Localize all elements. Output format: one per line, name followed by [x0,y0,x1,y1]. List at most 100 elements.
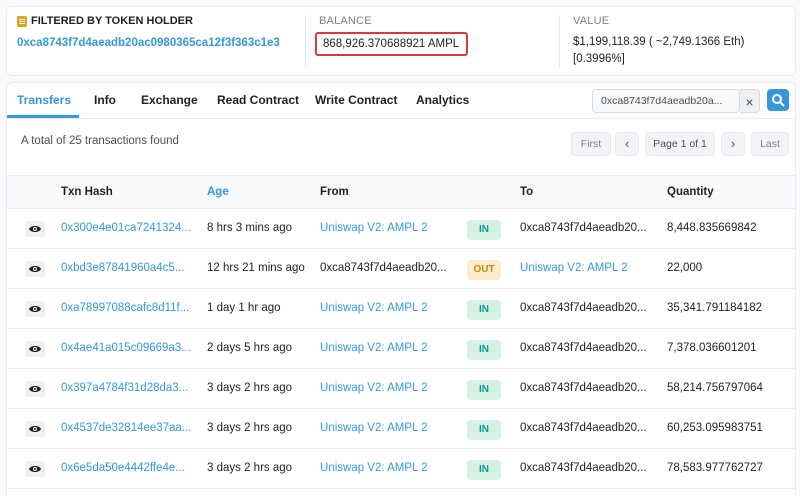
value-usd: $1,199,118.39 ( ~2,749.1366 Eth) [573,36,745,48]
txn-hash-link[interactable]: 0x4537de32814ee37aa... [61,422,195,434]
active-tab-indicator [7,115,79,118]
column-quantity: Quantity [667,186,714,198]
tab-info[interactable]: Info [94,93,116,107]
divider [305,15,306,69]
search-input[interactable] [592,89,740,113]
to-address: 0xca8743f7d4aeadb20... [520,302,647,314]
txn-hash-link[interactable]: 0xa78997088cafc8d11f... [61,302,195,314]
from-address[interactable]: Uniswap V2: AMPL 2 [320,382,450,394]
to-address: 0xca8743f7d4aeadb20... [520,462,647,474]
eye-icon [29,266,41,272]
table-row: 0xa78997088cafc8d11f... 1 day 1 hr ago Uni… [7,289,795,329]
eye-icon[interactable] [25,421,45,437]
from-address[interactable]: Uniswap V2: AMPL 2 [320,422,450,434]
to-address: 0xca8743f7d4aeadb20... [520,422,647,434]
divider [559,15,560,69]
search-icon [772,94,785,107]
filter-section: FILTERED BY TOKEN HOLDER 0xca8743f7d4aea… [17,15,302,49]
to-address[interactable]: Uniswap V2: AMPL 2 [520,262,650,274]
holder-address-link[interactable]: 0xca8743f7d4aeadb20ac0980365ca12f3f363c1… [17,37,302,49]
eye-icon [29,466,41,472]
from-address[interactable]: Uniswap V2: AMPL 2 [320,462,450,474]
eye-icon[interactable] [25,381,45,397]
direction-badge: IN [467,420,501,440]
tab-exchange[interactable]: Exchange [141,93,198,107]
filter-heading: FILTERED BY TOKEN HOLDER [17,15,302,27]
column-age[interactable]: Age [207,186,229,198]
direction-badge: IN [467,300,501,320]
from-address[interactable]: Uniswap V2: AMPL 2 [320,302,450,314]
pagination-prev[interactable]: ‹ [615,132,639,156]
column-from: From [320,186,349,198]
eye-icon [29,426,41,432]
tab-read-contract[interactable]: Read Contract [217,93,299,107]
direction-badge: IN [467,460,501,480]
eye-icon[interactable] [25,221,45,237]
age-value: 12 hrs 21 mins ago [207,262,305,274]
direction-badge: IN [467,220,501,240]
transaction-count: A total of 25 transactions found [21,135,179,147]
txn-hash-link[interactable]: 0x397a4784f31d28da3... [61,382,195,394]
tab-transfers[interactable]: Transfers [17,93,71,107]
value-label: VALUE [573,15,610,27]
quantity-value: 8,448.835669842 [667,222,757,234]
pagination-next[interactable]: › [721,132,745,156]
direction-badge: OUT [467,260,501,280]
to-address: 0xca8743f7d4aeadb20... [520,222,647,234]
eye-icon[interactable] [25,261,45,277]
direction-badge: IN [467,340,501,360]
eye-icon [29,346,41,352]
balance-section: BALANCE 868,926.370688921 AMPL [315,15,559,56]
quantity-value: 58,214.756797064 [667,382,763,394]
quantity-value: 22,000 [667,262,703,274]
pagination-last[interactable]: Last [751,132,789,156]
filter-icon [17,15,27,27]
quantity-value: 35,341.791184182 [667,302,763,314]
table-row: 0x4ae41a015c09669a3... 2 days 5 hrs ago Un… [7,329,795,369]
txn-hash-link[interactable]: 0xbd3e87841960a4c5... [61,262,195,274]
balance-value: 868,926.370688921 AMPL [315,32,468,56]
value-percent: [0.3996%] [573,53,625,65]
age-value: 3 days 2 hrs ago [207,382,293,394]
from-address[interactable]: Uniswap V2: AMPL 2 [320,342,450,354]
filter-label: FILTERED BY TOKEN HOLDER [31,15,193,27]
to-address: 0xca8743f7d4aeadb20... [520,342,647,354]
column-to: To [520,186,534,198]
age-value: 8 hrs 3 mins ago [207,222,293,234]
search-button[interactable] [767,89,789,111]
from-address[interactable]: Uniswap V2: AMPL 2 [320,222,450,234]
quantity-value: 78,583.977762727 [667,462,763,474]
table-row: 0x6e5da50e4442ffe4e... 3 days 2 hrs ago Un… [7,449,795,489]
table-row: 0x300e4e01ca7241324... 8 hrs 3 mins ago Un… [7,209,795,249]
quantity-value: 60,253.095983751 [667,422,763,434]
txn-hash-link[interactable]: 0x4ae41a015c09669a3... [61,342,195,354]
age-value: 1 day 1 hr ago [207,302,281,314]
pagination-info: Page 1 of 1 [645,132,715,156]
from-address: 0xca8743f7d4aeadb20... [320,262,447,274]
eye-icon [29,386,41,392]
quantity-value: 7,378.036601201 [667,342,757,354]
tab-analytics[interactable]: Analytics [416,93,469,107]
value-section: VALUE $1,199,118.39 ( ~2,749.1366 Eth) [… [573,15,793,68]
eye-icon[interactable] [25,301,45,317]
to-address: 0xca8743f7d4aeadb20... [520,382,647,394]
eye-icon [29,226,41,232]
eye-icon[interactable] [25,461,45,477]
token-transfers-card: Transfers Info Exchange Read Contract Wr… [6,82,796,496]
txn-hash-link[interactable]: 0x6e5da50e4442ffe4e... [61,462,195,474]
age-value: 3 days 2 hrs ago [207,462,293,474]
address-search: × [592,89,763,113]
table-row: 0x397a4784f31d28da3... 3 days 2 hrs ago Un… [7,369,795,409]
direction-badge: IN [467,380,501,400]
table-header: Txn Hash Age From To Quantity [7,175,795,209]
tab-write-contract[interactable]: Write Contract [315,93,397,107]
close-icon[interactable]: × [740,89,760,113]
eye-icon[interactable] [25,341,45,357]
table-row: 0x4537de32814ee37aa... 3 days 2 hrs ago Un… [7,409,795,449]
token-holder-summary: FILTERED BY TOKEN HOLDER 0xca8743f7d4aea… [6,6,796,76]
age-value: 2 days 5 hrs ago [207,342,293,354]
balance-label: BALANCE [319,15,372,27]
txn-hash-link[interactable]: 0x300e4e01ca7241324... [61,222,195,234]
pagination-first[interactable]: First [571,132,611,156]
eye-icon [29,306,41,312]
